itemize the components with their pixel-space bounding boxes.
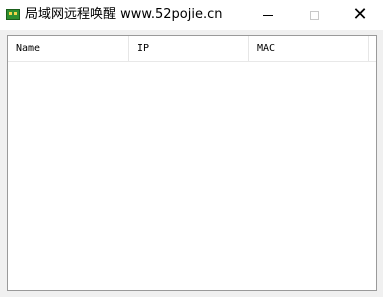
- minimize-button[interactable]: [245, 0, 291, 30]
- column-header-mac[interactable]: MAC: [249, 36, 369, 61]
- close-icon: ✕: [352, 4, 368, 25]
- column-header-ip[interactable]: IP: [129, 36, 249, 61]
- maximize-button[interactable]: [291, 0, 337, 30]
- close-button[interactable]: ✕: [337, 0, 383, 30]
- list-body[interactable]: [8, 62, 376, 290]
- window-title: 局域网远程唤醒 www.52pojie.cn: [25, 7, 223, 22]
- network-card-icon: [6, 9, 20, 20]
- device-list[interactable]: Name IP MAC: [7, 35, 377, 291]
- app-window: 局域网远程唤醒 www.52pojie.cn ✕ Name IP MAC: [0, 0, 383, 297]
- minimize-icon: [263, 14, 273, 16]
- list-header: Name IP MAC: [8, 36, 376, 62]
- maximize-icon: [309, 10, 319, 20]
- title-bar[interactable]: 局域网远程唤醒 www.52pojie.cn ✕: [0, 0, 383, 30]
- column-header-name[interactable]: Name: [8, 36, 129, 61]
